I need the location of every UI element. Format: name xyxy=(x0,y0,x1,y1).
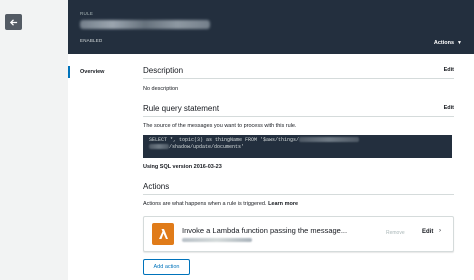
description-text: No description xyxy=(143,86,179,92)
rule-header: RULE ENABLED Actions ▼ xyxy=(68,0,474,54)
redacted-function-name xyxy=(182,238,252,242)
rule-label: RULE xyxy=(80,11,94,16)
description-title: Description xyxy=(143,66,184,75)
remove-button[interactable]: Remove xyxy=(386,230,405,236)
actions-label: Actions xyxy=(433,40,455,46)
action-edit-button[interactable]: Edit xyxy=(422,229,433,235)
lambda-action-card[interactable]: Invoke a Lambda function passing the mes… xyxy=(143,216,454,252)
sidebar-item-overview[interactable]: Overview xyxy=(68,66,140,78)
chevron-right-icon[interactable]: › xyxy=(439,228,441,234)
status-badge: ENABLED xyxy=(80,38,103,43)
redacted-thing-path xyxy=(149,144,169,150)
sql-line-1: SELECT *, topic(3) as thingName FROM '$a… xyxy=(149,137,446,144)
actions-help-text: Actions are what happens when a rule is … xyxy=(143,201,299,207)
redacted-thing-path xyxy=(299,137,360,143)
divider xyxy=(143,78,454,79)
actions-title: Actions xyxy=(143,182,170,191)
description-edit-button[interactable]: Edit xyxy=(444,67,454,73)
sql-code-block: SELECT *, topic(3) as thingName FROM '$a… xyxy=(143,135,452,158)
query-help-text: The source of the messages you want to p… xyxy=(143,123,297,129)
divider xyxy=(143,194,454,195)
add-action-button[interactable]: Add action xyxy=(143,259,190,275)
arrow-left-icon xyxy=(9,18,18,26)
action-title: Invoke a Lambda function passing the mes… xyxy=(182,226,348,235)
actions-dropdown[interactable]: Actions ▼ xyxy=(434,40,462,46)
sql-version: Using SQL version 2016-03-23 xyxy=(143,164,222,170)
learn-more-link[interactable]: Learn more xyxy=(268,201,298,207)
query-edit-button[interactable]: Edit xyxy=(444,105,454,111)
lambda-icon xyxy=(152,223,174,245)
query-title: Rule query statement xyxy=(143,104,220,113)
divider xyxy=(143,116,454,117)
back-button[interactable] xyxy=(5,14,22,30)
rule-name-redacted xyxy=(80,20,210,29)
caret-down-icon: ▼ xyxy=(457,40,462,46)
sql-line-2: /shadow/update/documents' xyxy=(149,144,446,151)
